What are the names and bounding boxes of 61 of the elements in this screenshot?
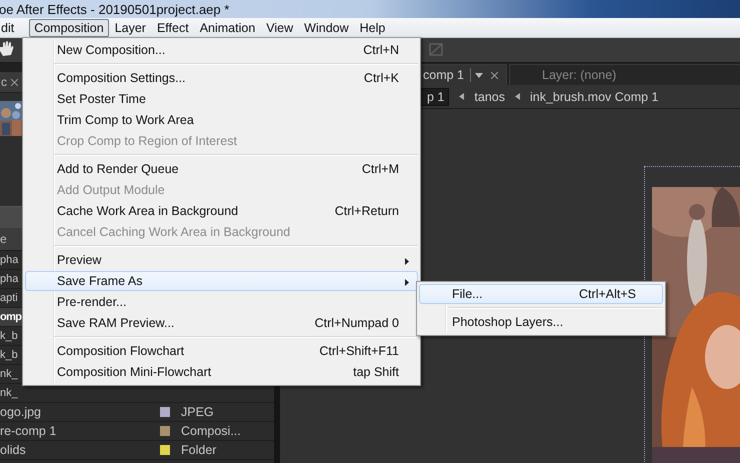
menu-item[interactable]: Save Frame As bbox=[25, 271, 418, 291]
shortcut-label: Ctrl+M bbox=[362, 162, 399, 176]
item-name: ogo.jpg bbox=[0, 405, 42, 419]
item-name: olids bbox=[0, 443, 26, 457]
item-type: JPEG bbox=[181, 405, 214, 419]
menu-item[interactable]: Composition Flowchart Ctrl+Shift+F11 bbox=[25, 341, 418, 361]
column-header[interactable]: e bbox=[0, 232, 7, 246]
menu-item[interactable]: Pre-render... bbox=[25, 292, 418, 312]
panel-tab[interactable]: c bbox=[0, 72, 22, 92]
label-swatch[interactable] bbox=[160, 445, 170, 455]
breadcrumb-arrow-icon bbox=[514, 93, 520, 100]
item-type: Composi... bbox=[181, 424, 241, 438]
menu-bar-item[interactable]: Window bbox=[299, 18, 354, 36]
label-swatch[interactable] bbox=[160, 426, 170, 436]
menu-item[interactable]: Cache Work Area in Background Ctrl+Return bbox=[25, 201, 418, 221]
item-name: nk_ bbox=[0, 368, 18, 380]
label-swatch[interactable] bbox=[160, 407, 170, 417]
breadcrumb[interactable]: ink_brush.mov Comp 1 bbox=[530, 90, 659, 104]
close-icon[interactable] bbox=[11, 78, 18, 86]
project-row[interactable]: ogo.jpg JPEG bbox=[0, 403, 274, 422]
menu-item[interactable]: Save RAM Preview... Ctrl+Numpad 0 bbox=[25, 313, 418, 333]
project-row[interactable]: re-comp 1 Composi... bbox=[0, 422, 274, 441]
menu-item[interactable]: Trim Comp to Work Area bbox=[25, 110, 418, 130]
breadcrumb[interactable]: p 1 bbox=[418, 88, 450, 106]
menu-item[interactable]: Preview bbox=[25, 250, 418, 270]
tab-label: c bbox=[1, 75, 7, 89]
menu-bar-item[interactable]: dit bbox=[0, 18, 20, 36]
shortcut-label: Ctrl+N bbox=[363, 43, 399, 57]
menu-bar-item[interactable]: Animation bbox=[194, 18, 260, 36]
item-name: omp bbox=[0, 311, 22, 323]
item-name: k_b bbox=[0, 349, 18, 361]
menu-item[interactable]: Set Poster Time bbox=[25, 89, 418, 109]
menu-bar-item[interactable]: Help bbox=[354, 18, 390, 36]
shortcut-label: tap Shift bbox=[353, 365, 399, 379]
menu-item[interactable]: Add to Render Queue Ctrl+M bbox=[25, 159, 418, 179]
shortcut-label: Ctrl+Return bbox=[334, 204, 399, 218]
menu-bar-item[interactable]: Composition bbox=[29, 18, 109, 36]
dropdown-icon[interactable] bbox=[475, 72, 483, 78]
menu-bar-item[interactable]: Layer bbox=[110, 18, 151, 36]
hand-icon[interactable] bbox=[0, 41, 14, 57]
menu-item[interactable]: File... Ctrl+Alt+S bbox=[419, 284, 663, 304]
shortcut-label: Ctrl+Shift+F11 bbox=[319, 344, 399, 358]
shortcut-label: Ctrl+Numpad 0 bbox=[314, 316, 399, 330]
item-name: k_b bbox=[0, 330, 18, 342]
breadcrumb-arrow-icon bbox=[459, 93, 464, 100]
item-name: nk_ bbox=[0, 387, 18, 399]
menu-item[interactable]: Composition Mini-Flowchart tap Shift bbox=[25, 362, 418, 382]
item-type: Folder bbox=[181, 443, 216, 457]
close-icon[interactable] bbox=[491, 72, 498, 78]
menu-bar-item[interactable]: Effect bbox=[152, 18, 194, 36]
viewer-tab[interactable]: Layer: (none) bbox=[509, 64, 740, 85]
item-name: pha bbox=[0, 273, 18, 285]
menu-bar-item[interactable]: View bbox=[261, 18, 298, 36]
menu-item[interactable]: Photoshop Layers... bbox=[419, 312, 663, 332]
item-name: re-comp 1 bbox=[0, 424, 56, 438]
item-name: pha bbox=[0, 254, 18, 266]
project-row[interactable]: olids Folder bbox=[0, 441, 274, 460]
shortcut-label: Ctrl+K bbox=[364, 71, 399, 85]
breadcrumb[interactable]: tanos bbox=[474, 90, 505, 104]
item-name: apti bbox=[0, 292, 18, 304]
shortcut-label: Ctrl+Alt+S bbox=[579, 287, 636, 301]
